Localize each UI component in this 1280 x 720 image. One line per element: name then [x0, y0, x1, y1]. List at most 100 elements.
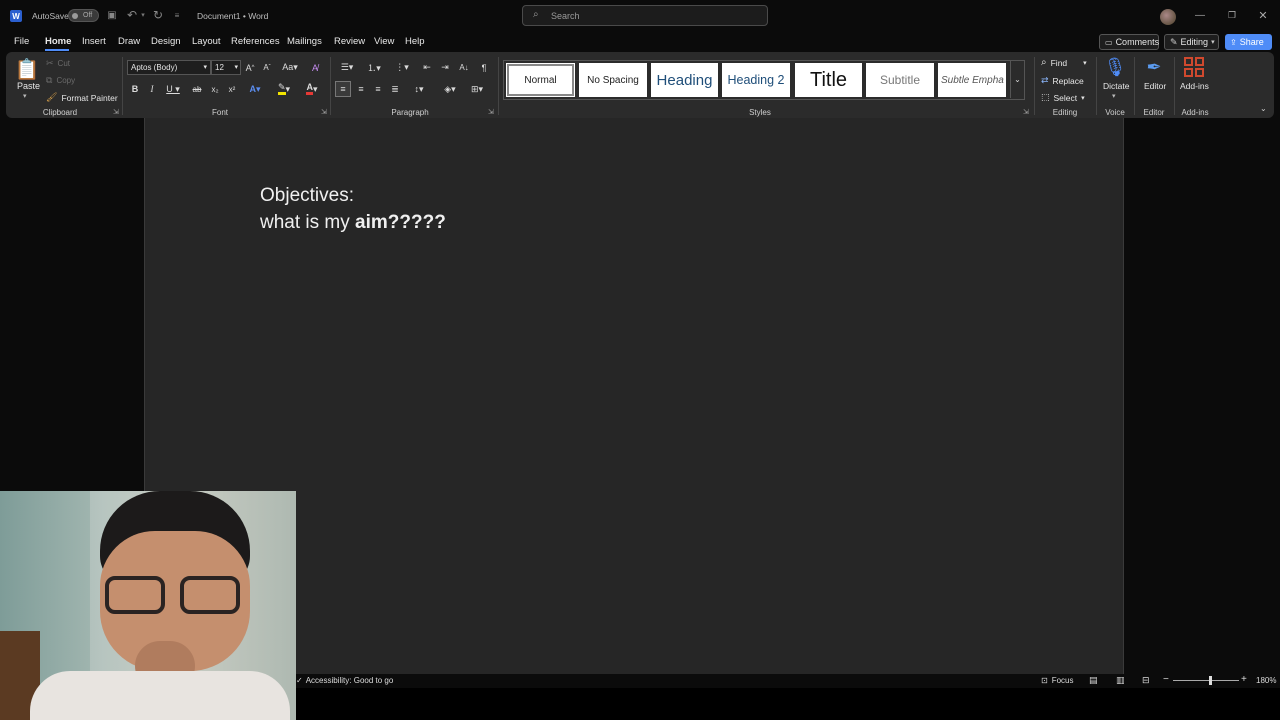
zoom-in-icon[interactable]: +	[1241, 674, 1247, 685]
undo-icon[interactable]: ↶	[125, 8, 139, 22]
web-layout-icon[interactable]: ⊟	[1142, 675, 1150, 686]
document-body[interactable]: Objectives: what is my aim?????	[260, 182, 446, 236]
restore-icon[interactable]: ❐	[1225, 8, 1239, 22]
document-line-question[interactable]: what is my aim?????	[260, 209, 446, 236]
italic-icon[interactable]: I	[146, 82, 158, 96]
text-effects-icon[interactable]: A▾	[244, 82, 266, 96]
style-title[interactable]: Title	[795, 63, 862, 97]
document-line-objectives[interactable]: Objectives:	[260, 182, 446, 209]
align-left-icon[interactable]: ≡	[335, 81, 351, 97]
show-formatting-icon[interactable]: ¶	[477, 60, 491, 75]
dictate-label[interactable]: Dictate	[1103, 81, 1129, 91]
zoom-slider-track[interactable]	[1173, 680, 1239, 681]
font-launcher-icon[interactable]: ⇲	[321, 108, 327, 116]
focus-button[interactable]: ⊡ Focus	[1041, 676, 1074, 685]
tab-design[interactable]: Design	[151, 36, 181, 47]
align-right-icon[interactable]: ≡	[371, 82, 385, 96]
replace-button[interactable]: ⇄ Replace	[1041, 75, 1084, 86]
styles-more-icon[interactable]: ⌄	[1010, 61, 1024, 98]
font-name-select[interactable]: Aptos (Body) ▾	[127, 60, 211, 75]
paste-dropdown-icon[interactable]: ▾	[23, 92, 27, 100]
borders-icon[interactable]: ⊞▾	[465, 82, 489, 96]
find-button[interactable]: ⌕ Find ▾	[1041, 57, 1087, 68]
microphone-icon[interactable]: 🎙	[1104, 55, 1127, 79]
close-icon[interactable]: ✕	[1256, 8, 1270, 22]
highlight-color-button[interactable]: ✎ ▾	[272, 82, 296, 96]
paste-button-label[interactable]: Paste	[17, 81, 40, 91]
comments-button[interactable]: ▭ Comments	[1099, 34, 1159, 50]
style-no-spacing[interactable]: No Spacing	[579, 63, 647, 97]
copy-button[interactable]: ⧉ Copy	[46, 75, 75, 86]
tab-mailings[interactable]: Mailings	[287, 36, 322, 47]
underline-icon[interactable]: U ▾	[163, 82, 183, 96]
zoom-slider-thumb[interactable]	[1209, 676, 1212, 685]
increase-indent-icon[interactable]: ⇥	[438, 60, 452, 75]
customize-toolbar-icon[interactable]: ≡	[172, 9, 182, 21]
minimize-icon[interactable]: —	[1193, 8, 1207, 22]
bullets-icon[interactable]: ☰▾	[335, 60, 359, 75]
editor-pen-icon[interactable]: ✒	[1143, 55, 1165, 79]
zoom-out-icon[interactable]: −	[1163, 674, 1169, 685]
focus-label: Focus	[1051, 676, 1074, 685]
shrink-font-icon[interactable]: Aˇ	[260, 60, 274, 75]
tab-view[interactable]: View	[374, 36, 394, 47]
tab-insert[interactable]: Insert	[82, 36, 106, 47]
read-mode-icon[interactable]: ▤	[1089, 675, 1098, 686]
clipboard-launcher-icon[interactable]: ⇲	[113, 108, 119, 116]
print-layout-icon[interactable]: ▥	[1116, 675, 1125, 686]
tab-references[interactable]: References	[231, 36, 280, 47]
accessibility-status[interactable]: ✓ Accessibility: Good to go	[296, 676, 393, 685]
justify-icon[interactable]: ≣	[388, 82, 402, 96]
style-heading-2[interactable]: Heading 2	[722, 63, 790, 97]
tab-review[interactable]: Review	[334, 36, 365, 47]
bold-icon[interactable]: B	[129, 82, 141, 96]
redo-icon[interactable]: ↻	[151, 8, 165, 22]
copy-icon: ⧉	[46, 75, 53, 85]
subscript-icon[interactable]: x₂	[208, 82, 222, 96]
style-heading[interactable]: Heading	[651, 63, 718, 97]
style-subtitle[interactable]: Subtitle	[866, 63, 934, 97]
style-normal[interactable]: Normal	[506, 63, 575, 97]
paragraph-launcher-icon[interactable]: ⇲	[488, 108, 494, 116]
superscript-icon[interactable]: x²	[225, 82, 239, 96]
editor-button-label[interactable]: Editor	[1144, 81, 1166, 91]
add-ins-icon[interactable]	[1184, 57, 1204, 77]
dictate-dropdown-icon[interactable]: ▾	[1112, 92, 1116, 100]
strikethrough-icon[interactable]: ab	[190, 82, 204, 96]
tab-draw[interactable]: Draw	[118, 36, 140, 47]
zoom-level[interactable]: 180%	[1256, 676, 1276, 685]
format-painter-button[interactable]: 🖌 Format Painter	[46, 92, 118, 103]
save-icon[interactable]: ▣	[106, 9, 118, 21]
grow-font-icon[interactable]: A ^	[243, 60, 257, 75]
add-ins-button-label[interactable]: Add-ins	[1180, 81, 1209, 91]
collapse-ribbon-icon[interactable]: ⌄	[1260, 104, 1267, 113]
align-center-icon[interactable]: ≡	[354, 82, 368, 96]
editing-mode-button[interactable]: ✎ Editing ▾	[1164, 34, 1219, 50]
multilevel-list-icon[interactable]: ⋮▾	[390, 60, 414, 75]
cut-button[interactable]: ✂ Cut	[46, 58, 70, 69]
autosave-toggle[interactable]: Off	[68, 9, 99, 22]
decrease-indent-icon[interactable]: ⇤	[420, 60, 434, 75]
shading-icon[interactable]: ◈▾	[438, 82, 462, 96]
font-size-select[interactable]: 12 ▾	[211, 60, 241, 75]
tab-layout[interactable]: Layout	[192, 36, 221, 47]
tab-home[interactable]: Home	[45, 36, 71, 47]
paste-icon[interactable]: 📋	[14, 56, 40, 82]
clear-formatting-icon[interactable]: A̸	[308, 60, 322, 75]
share-button[interactable]: ⇪ Share	[1225, 34, 1272, 50]
search-box[interactable]: ⌕ Search	[522, 5, 768, 26]
comment-icon: ▭	[1105, 37, 1113, 47]
change-case-icon[interactable]: Aa▾	[279, 60, 301, 75]
undo-dropdown-icon[interactable]: ▾	[140, 9, 146, 21]
avatar[interactable]	[1160, 9, 1176, 25]
styles-launcher-icon[interactable]: ⇲	[1023, 108, 1029, 116]
select-button[interactable]: ⬚ Select ▾	[1041, 92, 1085, 103]
tab-help[interactable]: Help	[405, 36, 425, 47]
highlighter-icon: ✎	[277, 83, 286, 95]
line-spacing-icon[interactable]: ↕▾	[407, 82, 431, 96]
style-subtle-emphasis[interactable]: Subtle Empha	[938, 63, 1006, 97]
numbering-icon[interactable]: ⒈▾	[362, 60, 386, 75]
tab-file[interactable]: File	[14, 36, 29, 47]
font-color-button[interactable]: A ▾	[300, 82, 324, 96]
sort-icon[interactable]: A↓	[456, 60, 472, 75]
